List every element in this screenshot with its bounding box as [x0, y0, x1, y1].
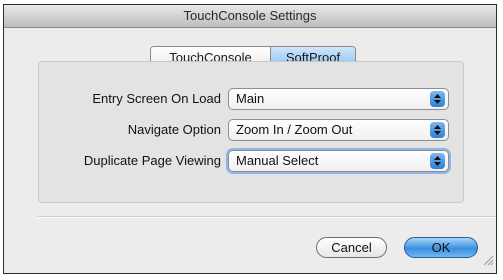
entry-screen-label: Entry Screen On Load [92, 91, 221, 106]
separator-line [38, 216, 496, 218]
navigate-option-popup[interactable]: Zoom In / Zoom Out [228, 119, 449, 141]
ok-button[interactable]: OK [404, 237, 478, 258]
resize-grip-icon[interactable] [482, 253, 494, 271]
entry-screen-value: Main [236, 91, 265, 106]
navigate-option-label: Navigate Option [127, 122, 221, 137]
up-down-arrows-icon [430, 153, 445, 169]
duplicate-page-value: Manual Select [236, 153, 319, 168]
up-down-arrows-icon [430, 122, 445, 138]
entry-screen-popup[interactable]: Main [228, 88, 449, 110]
duplicate-page-label: Duplicate Page Viewing [83, 153, 221, 168]
up-down-arrows-icon [430, 91, 445, 107]
settings-dialog: TouchConsole Settings TouchConsole SoftP… [3, 4, 497, 274]
cancel-button[interactable]: Cancel [316, 237, 387, 258]
navigate-option-value: Zoom In / Zoom Out [236, 122, 353, 137]
duplicate-page-popup[interactable]: Manual Select [228, 150, 449, 172]
window-title: TouchConsole Settings [4, 5, 496, 28]
